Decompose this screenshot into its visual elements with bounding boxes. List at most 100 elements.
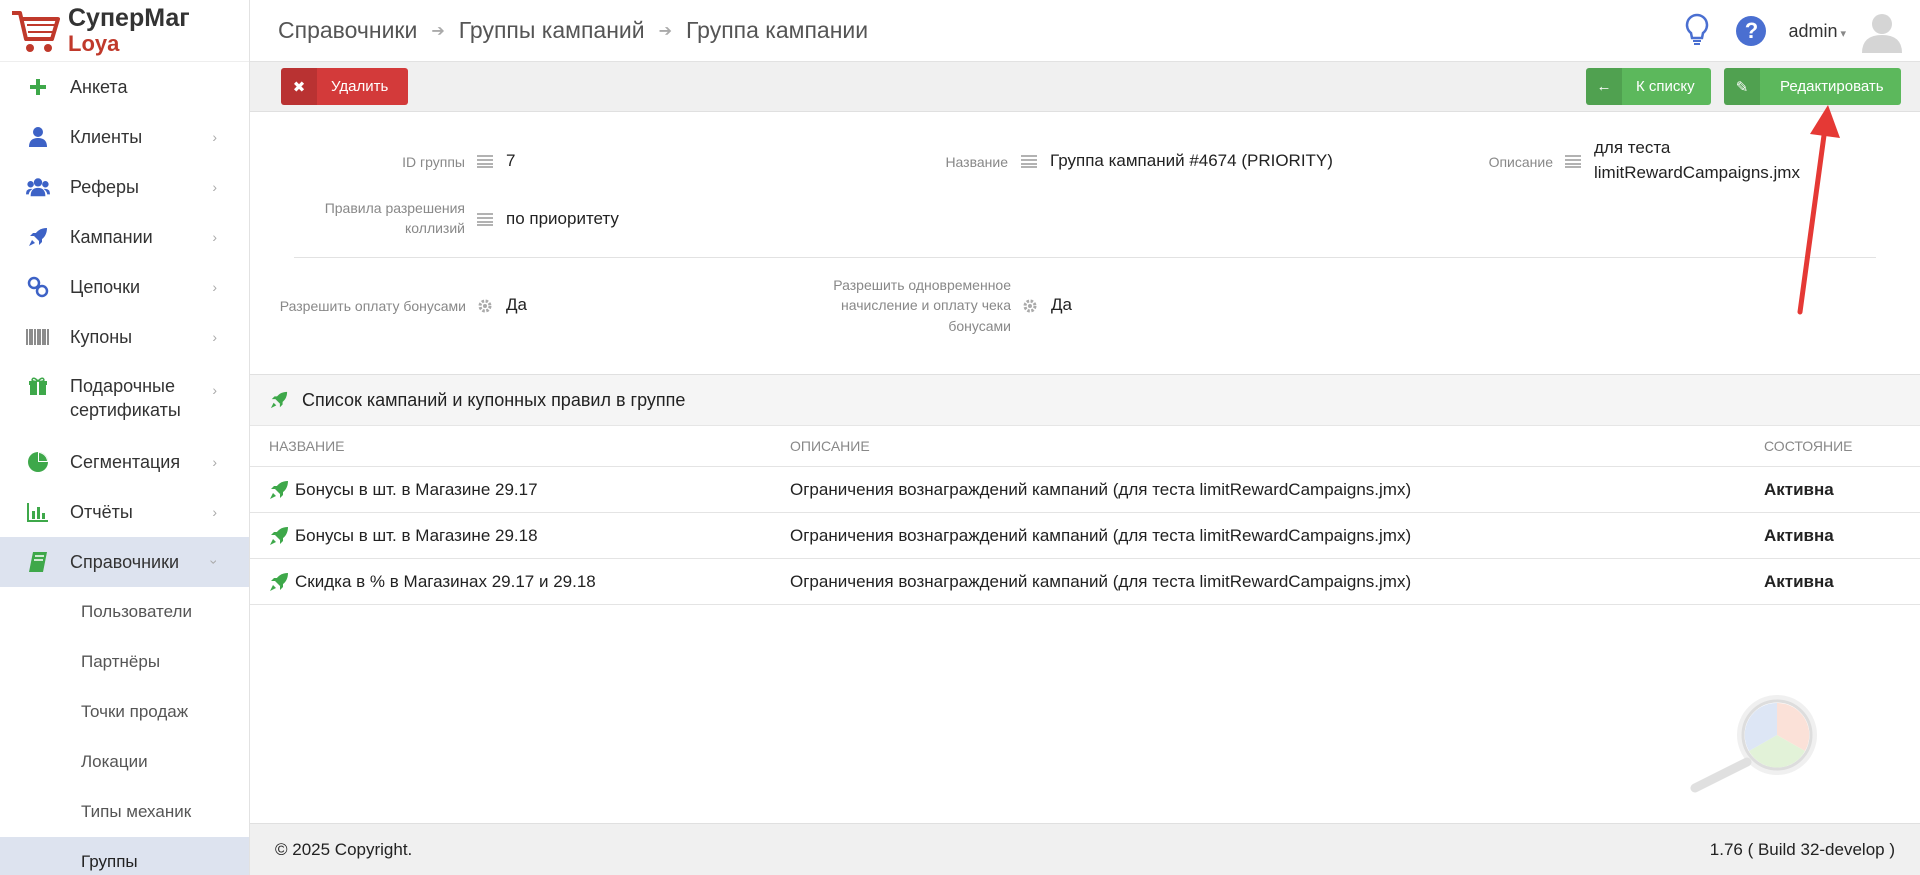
sidebar-item-references[interactable]: Справочники › xyxy=(0,537,249,587)
campaign-list-header: Список кампаний и купонных правил в груп… xyxy=(250,374,1920,426)
collision-rules-value: по приоритету xyxy=(506,209,619,228)
campaign-name-link[interactable]: Бонусы в шт. в Магазине 29.17 xyxy=(295,480,538,500)
sidebar-subitem-mechanic-types[interactable]: Типы механик xyxy=(0,787,249,837)
sidebar-item-label: Сегментация xyxy=(70,451,181,472)
column-header-state[interactable]: Состояние xyxy=(1764,426,1852,466)
avatar[interactable] xyxy=(1860,9,1904,53)
chevron-down-icon: › xyxy=(206,559,223,565)
logo-subtitle: Loya xyxy=(68,31,120,56)
sidebar-item-referrers[interactable]: Реферы › xyxy=(0,162,249,212)
back-to-list-button[interactable]: ← К списку xyxy=(1586,68,1711,105)
sidebar-subitem-users[interactable]: Пользователи xyxy=(0,587,249,637)
sidebar-item-coupons[interactable]: Купоны › xyxy=(0,312,249,362)
rocket-icon xyxy=(269,572,289,592)
sidebar-item-label: Кампании xyxy=(70,226,153,247)
edit-button-label: Редактировать xyxy=(1780,78,1884,95)
sidebar-item-label: Отчёты xyxy=(70,501,133,522)
chevron-right-icon: › xyxy=(212,229,217,245)
annotation-arrow xyxy=(1797,105,1840,315)
arrow-right-icon: ➔ xyxy=(431,22,445,40)
name-value: Группа кампаний #4674 (PRIORITY) xyxy=(1050,151,1333,170)
app-logo[interactable]: СуперМаг Loya xyxy=(0,0,249,62)
arrow-left-icon: ← xyxy=(1586,68,1622,105)
sidebar-subitem-label: Локации xyxy=(81,752,148,771)
list-icon xyxy=(1564,154,1582,168)
sidebar-item-label-line1: Подарочные xyxy=(70,376,175,396)
simultaneous-accrual-label-line1: Разрешить одновременное xyxy=(833,277,1011,293)
sidebar-subitem-points-of-sale[interactable]: Точки продаж xyxy=(0,687,249,737)
pie-chart-icon xyxy=(26,450,50,474)
table-row[interactable]: Скидка в % в Магазинах 29.17 и 29.18 Огр… xyxy=(250,559,1920,605)
top-header: Справочники ➔ Группы кампаний ➔ Группа к… xyxy=(250,0,1920,62)
collision-rules-label-line2: коллизий xyxy=(405,220,465,237)
description-value-line2: limitRewardCampaigns.jmx xyxy=(1594,162,1800,182)
close-icon: ✖ xyxy=(281,68,317,105)
details-divider xyxy=(294,257,1876,258)
table-header: Название Описание Состояние xyxy=(250,426,1920,467)
users-icon xyxy=(26,175,50,199)
column-header-name[interactable]: Название xyxy=(269,426,344,466)
simultaneous-accrual-value: Да xyxy=(1051,295,1072,314)
action-toolbar: ✖ Удалить ← К списку ✎ Редактировать xyxy=(250,62,1920,112)
help-icon[interactable]: ? xyxy=(1736,16,1767,46)
sidebar-subitem-groups[interactable]: Группы xyxy=(0,837,249,875)
group-details: ID группы 7 Название Группа кампаний #46… xyxy=(250,112,1920,374)
sidebar-subitem-label: Точки продаж xyxy=(81,702,189,721)
chevron-right-icon: › xyxy=(212,179,217,195)
sidebar-item-reports[interactable]: Отчёты › xyxy=(0,487,249,537)
chevron-right-icon: › xyxy=(212,454,217,470)
description-label: Описание xyxy=(1488,154,1553,170)
breadcrumb-item-campaign-groups[interactable]: Группы кампаний xyxy=(459,17,645,44)
gift-icon xyxy=(26,374,50,398)
delete-button[interactable]: ✖ Удалить xyxy=(281,68,408,105)
list-icon xyxy=(476,154,494,168)
user-menu[interactable]: admin ▾ xyxy=(1788,21,1846,42)
footer: © 2025 Copyright. 1.76 ( Build 32-develo… xyxy=(250,823,1920,875)
rocket-icon xyxy=(270,391,288,409)
table-row[interactable]: Бонусы в шт. в Магазине 29.18 Ограничени… xyxy=(250,513,1920,559)
chevron-right-icon: › xyxy=(212,382,217,398)
cart-logo-icon xyxy=(12,10,60,52)
pencil-icon: ✎ xyxy=(1724,68,1760,105)
sidebar-item-gift-certificates[interactable]: Подарочные сертификаты › xyxy=(0,362,249,437)
sidebar-subitem-locations[interactable]: Локации xyxy=(0,737,249,787)
description-value: для теста limitRewardCampaigns.jmx xyxy=(1594,136,1800,185)
campaign-name-link[interactable]: Скидка в % в Магазинах 29.17 и 29.18 xyxy=(295,572,596,592)
breadcrumb: Справочники ➔ Группы кампаний ➔ Группа к… xyxy=(250,17,868,44)
gear-icon xyxy=(1022,298,1040,313)
version-text: 1.76 ( Build 32-develop ) xyxy=(1709,840,1895,859)
delete-button-label: Удалить xyxy=(331,78,389,95)
sidebar-subitem-partners[interactable]: Партнёры xyxy=(0,637,249,687)
sidebar-item-label: Анкета xyxy=(70,76,128,97)
sidebar-item-segmentation[interactable]: Сегментация › xyxy=(0,437,249,487)
username: admin xyxy=(1788,20,1838,41)
breadcrumb-item-references[interactable]: Справочники xyxy=(278,17,417,44)
sidebar-item-chains[interactable]: Цепочки › xyxy=(0,262,249,312)
table-row[interactable]: Бонусы в шт. в Магазине 29.17 Ограничени… xyxy=(250,467,1920,513)
sidebar-subitem-label: Партнёры xyxy=(81,652,161,671)
sidebar-item-label: Клиенты xyxy=(70,126,143,147)
sidebar-item-label: Справочники xyxy=(70,551,180,572)
lightbulb-icon[interactable] xyxy=(1684,13,1710,50)
bar-chart-icon xyxy=(26,500,50,524)
collision-rules-label-line1: Правила разрешения xyxy=(324,200,465,216)
sidebar-item-anketa[interactable]: Анкета xyxy=(0,62,249,112)
user-icon xyxy=(26,125,50,149)
description-value-line1: для теста xyxy=(1594,138,1671,157)
campaign-name-link[interactable]: Бонусы в шт. в Магазине 29.18 xyxy=(295,526,538,546)
column-header-description[interactable]: Описание xyxy=(790,426,870,466)
chevron-right-icon: › xyxy=(212,329,217,345)
sidebar: СуперМаг Loya Анкета Клиенты › Реферы › … xyxy=(0,0,250,875)
link-icon xyxy=(26,275,50,299)
sidebar-subitem-label: Группы xyxy=(81,852,138,871)
id-label: ID группы xyxy=(402,154,465,170)
name-label: Название xyxy=(945,154,1008,170)
campaign-state: Активна xyxy=(1764,525,1834,545)
sidebar-item-clients[interactable]: Клиенты › xyxy=(0,112,249,162)
list-icon xyxy=(1020,154,1038,168)
sidebar-item-label: Цепочки xyxy=(70,276,140,297)
rocket-icon xyxy=(269,480,289,500)
sidebar-item-campaigns[interactable]: Кампании › xyxy=(0,212,249,262)
collision-rules-label: Правила разрешения коллизий xyxy=(250,198,465,239)
chevron-right-icon: › xyxy=(212,504,217,520)
